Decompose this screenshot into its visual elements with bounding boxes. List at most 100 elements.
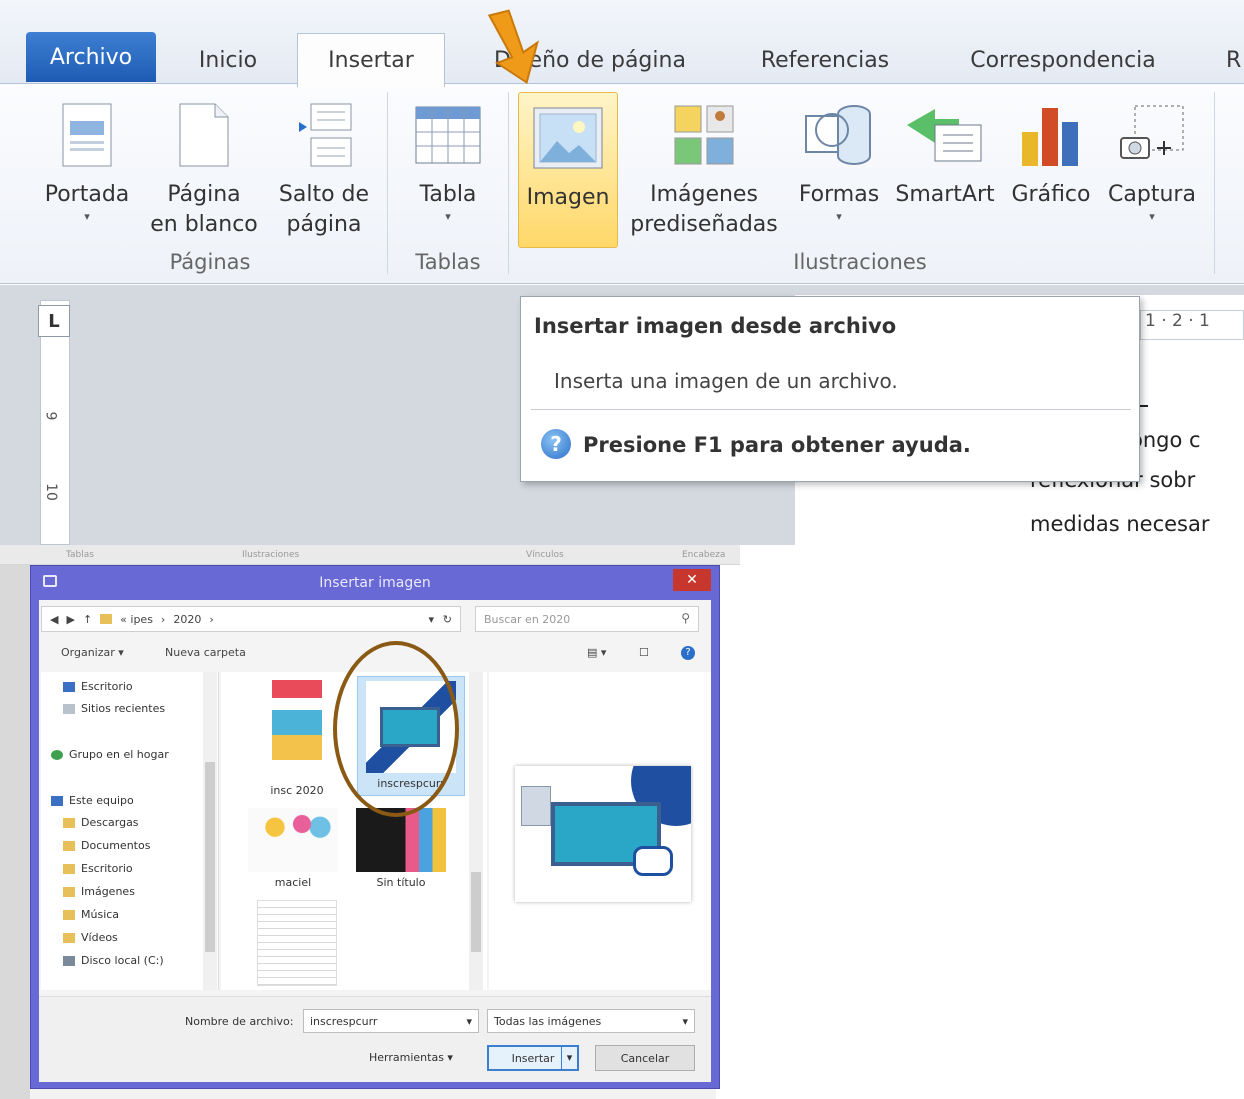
pagina-en-blanco-button[interactable]: Página en blanco [142,90,266,240]
formas-button[interactable]: Formas ▾ [792,90,886,224]
file-item[interactable] [247,900,347,990]
recent-places-icon [63,703,75,714]
back-icon[interactable]: ◀ [50,613,58,626]
tabla-label: Tabla [419,182,477,207]
tab-correspondencia[interactable]: Correspondencia [945,36,1181,84]
orange-arrow-icon [488,9,540,85]
nav-item[interactable]: Escritorio [63,680,133,693]
nav-item[interactable]: Imágenes [63,885,135,898]
clip-art-icon [673,90,735,180]
tab-revisar-partial[interactable]: R [1226,36,1244,84]
local-disk-icon [63,955,75,966]
address-bar[interactable]: ◀ ▶ ↑ « ipes › 2020 › ▾ ↻ [41,606,461,632]
nav-label: Sitios recientes [81,702,166,715]
tab-inicio[interactable]: Inicio [180,36,276,84]
nav-label: Este equipo [69,794,134,807]
insert-dropdown-icon[interactable]: ▾ [561,1047,577,1069]
tab-stop-selector[interactable]: L [38,305,70,337]
help-icon: ? [541,429,571,459]
captura-button[interactable]: Captura ▾ [1100,90,1204,224]
formas-label: Formas [798,182,880,207]
documents-folder-icon [63,840,75,851]
breadcrumb-separator: › [160,612,166,626]
file-thumbnail [257,900,337,986]
help-icon[interactable]: ? [681,646,695,660]
up-icon[interactable]: ↑ [83,613,92,626]
search-icon: ⚲ [681,611,690,625]
group-separator [387,92,388,274]
nav-scrollbar[interactable] [203,672,217,990]
imagen-button[interactable]: Imagen [518,92,618,248]
forward-icon[interactable]: ▶ [66,613,74,626]
insert-button[interactable]: Insertar ▾ [487,1045,579,1071]
file-item[interactable]: maciel [243,808,343,889]
homegroup-icon [51,749,63,760]
nav-item[interactable]: Disco local (C:) [63,954,164,967]
nav-item[interactable]: Escritorio [63,862,133,875]
background-left-edge [0,565,30,1099]
cancel-button[interactable]: Cancelar [595,1045,695,1071]
breadcrumb-separator: › [209,612,214,626]
preview-pane [489,672,711,990]
imagen-label: Imagen [526,185,610,210]
nav-item[interactable]: Grupo en el hogar [51,748,169,761]
filename-input[interactable]: inscrespcurr ▾ [303,1009,479,1033]
search-placeholder: Buscar en 2020 [484,612,571,626]
organize-button[interactable]: Organizar ▾ [61,646,124,659]
tools-button[interactable]: Herramientas ▾ [369,1051,453,1064]
scrollbar-thumb[interactable] [205,762,215,952]
nav-item[interactable]: Música [63,908,119,921]
navigation-pane: Escritorio Sitios recientes Grupo en el … [41,672,219,990]
nav-label: Descargas [81,816,139,829]
new-folder-button[interactable]: Nueva carpeta [165,646,246,659]
insert-image-dialog: Insertar imagen ✕ ◀ ▶ ↑ « ipes › 2020 › … [30,565,720,1089]
file-thumbnail [356,808,446,872]
nav-label: Vídeos [81,931,118,944]
downloads-folder-icon [63,817,75,828]
file-name: maciel [274,876,312,889]
portada-button[interactable]: Portada ▾ [36,90,138,224]
salto-de-pagina-button[interactable]: Salto de página [270,90,378,240]
refresh-icon[interactable]: ↻ [443,613,452,626]
picture-icon [533,93,603,183]
breadcrumb-2020[interactable]: 2020 [173,613,201,626]
view-options-icon[interactable]: ▤ ▾ [587,646,606,659]
preview-pane-icon[interactable]: ☐ [639,646,649,659]
background-ribbon-strip: Tablas Ilustraciones Vínculos Encabeza [0,545,740,565]
pagina-label-2: en blanco [150,212,258,237]
tabla-dropdown-arrow: ▾ [445,210,451,223]
tab-archivo[interactable]: Archivo [26,32,156,82]
tabla-button[interactable]: Tabla ▾ [400,90,496,224]
file-name: insc 2020 [270,784,324,797]
dialog-footer: Nombre de archivo: inscrespcurr ▾ Todas … [39,996,711,1082]
file-item[interactable]: insc 2020 [247,680,347,797]
bg-group-label: Ilustraciones [242,550,300,560]
chevron-down-icon[interactable]: ▾ [466,1015,472,1028]
imagenes-prediseñadas-button[interactable]: Imágenes prediseñadas [622,90,786,240]
chevron-down-icon[interactable]: ▾ [682,1015,688,1028]
word-window: Archivo Inicio Insertar Diseño de página… [0,0,1244,545]
group-separator [1214,92,1215,274]
imagen-tooltip: Insertar imagen desde archivo Inserta un… [520,296,1140,482]
tab-insertar[interactable]: Insertar [297,33,445,87]
close-button[interactable]: ✕ [673,569,711,591]
nav-item[interactable]: Este equipo [51,794,134,807]
address-dropdown-icon[interactable]: ▾ [428,613,434,626]
grafico-button[interactable]: Gráfico [1004,90,1098,210]
nav-item[interactable]: Vídeos [63,931,118,944]
file-item[interactable]: Sin título [351,808,451,889]
nav-item[interactable]: Sitios recientes [63,702,165,715]
breadcrumb-ipes[interactable]: « ipes [120,613,153,626]
filename-label: Nombre de archivo: [185,1015,294,1028]
search-input[interactable]: Buscar en 2020 ⚲ [475,606,699,632]
scrollbar-thumb[interactable] [471,872,481,952]
nav-item[interactable]: Documentos [63,839,150,852]
file-type-select[interactable]: Todas las imágenes ▾ [487,1009,695,1033]
file-type-value: Todas las imágenes [494,1014,602,1028]
file-scrollbar[interactable] [469,672,483,990]
desktop-folder-icon [63,863,75,874]
selection-circle-annotation [333,641,459,817]
nav-item[interactable]: Descargas [63,816,139,829]
smartart-button[interactable]: SmartArt [890,90,1000,210]
tab-referencias[interactable]: Referencias [740,36,910,84]
